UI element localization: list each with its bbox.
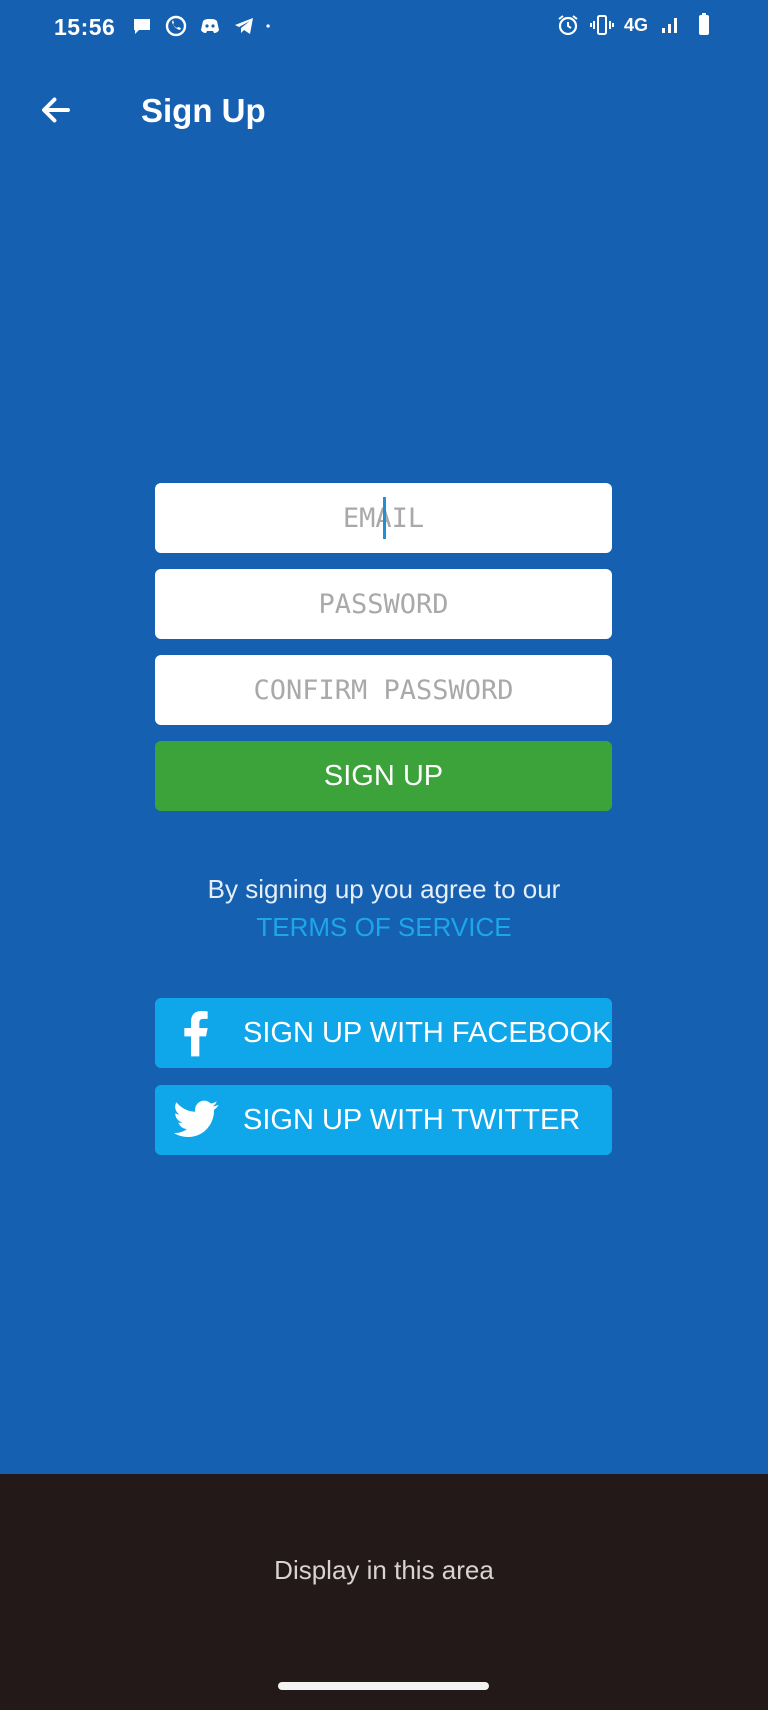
app-bar: Sign Up — [0, 78, 768, 144]
page-title: Sign Up — [141, 92, 266, 129]
back-button[interactable] — [30, 84, 82, 136]
facebook-icon — [169, 1006, 223, 1060]
gesture-nav-handle[interactable] — [278, 1682, 489, 1690]
bottom-display-text: Display in this area — [274, 1555, 494, 1585]
vibrate-icon — [589, 15, 614, 35]
discord-icon — [201, 19, 219, 33]
network-type: 4G — [623, 14, 648, 35]
alarm-icon — [558, 15, 578, 36]
password-field[interactable] — [155, 569, 612, 639]
social-signup: SIGN UP WITH FACEBOOK SIGN UP WITH TWITT… — [155, 998, 612, 1172]
terms-notice: By signing up you agree to our TERMS OF … — [0, 870, 768, 946]
bottom-display-area — [0, 1474, 768, 1710]
system-status-icons: 4G — [556, 13, 716, 37]
twitter-signup-button[interactable]: SIGN UP WITH TWITTER — [155, 1085, 612, 1155]
email-field-wrapper — [155, 483, 612, 553]
notification-icons — [130, 14, 276, 38]
status-bar: 15:56 4G — [0, 0, 768, 58]
signup-form: SIGN UP — [155, 483, 612, 811]
app-screen: 15:56 4G Sign Up EMAIL SIGN UP By signin… — [0, 0, 768, 1474]
confirm-password-field[interactable] — [155, 655, 612, 725]
signup-button[interactable]: SIGN UP — [155, 741, 612, 811]
signal-icon — [662, 18, 677, 33]
status-time: 15:56 — [54, 14, 116, 40]
battery-icon — [699, 13, 709, 35]
twitter-icon — [169, 1093, 223, 1147]
telegram-icon — [235, 18, 253, 34]
dot-icon — [266, 24, 270, 28]
twitter-signup-label: SIGN UP WITH TWITTER — [243, 1103, 581, 1136]
whatsapp-icon — [165, 15, 187, 37]
facebook-signup-button[interactable]: SIGN UP WITH FACEBOOK — [155, 998, 612, 1068]
facebook-signup-label: SIGN UP WITH FACEBOOK — [243, 1016, 612, 1049]
text-cursor — [383, 497, 386, 539]
arrow-left-icon — [42, 97, 70, 123]
terms-of-service-link[interactable]: TERMS OF SERVICE — [0, 908, 768, 946]
terms-text: By signing up you agree to our — [207, 874, 561, 904]
chat-bubble-icon — [134, 19, 150, 34]
signup-button-label: SIGN UP — [323, 759, 444, 792]
